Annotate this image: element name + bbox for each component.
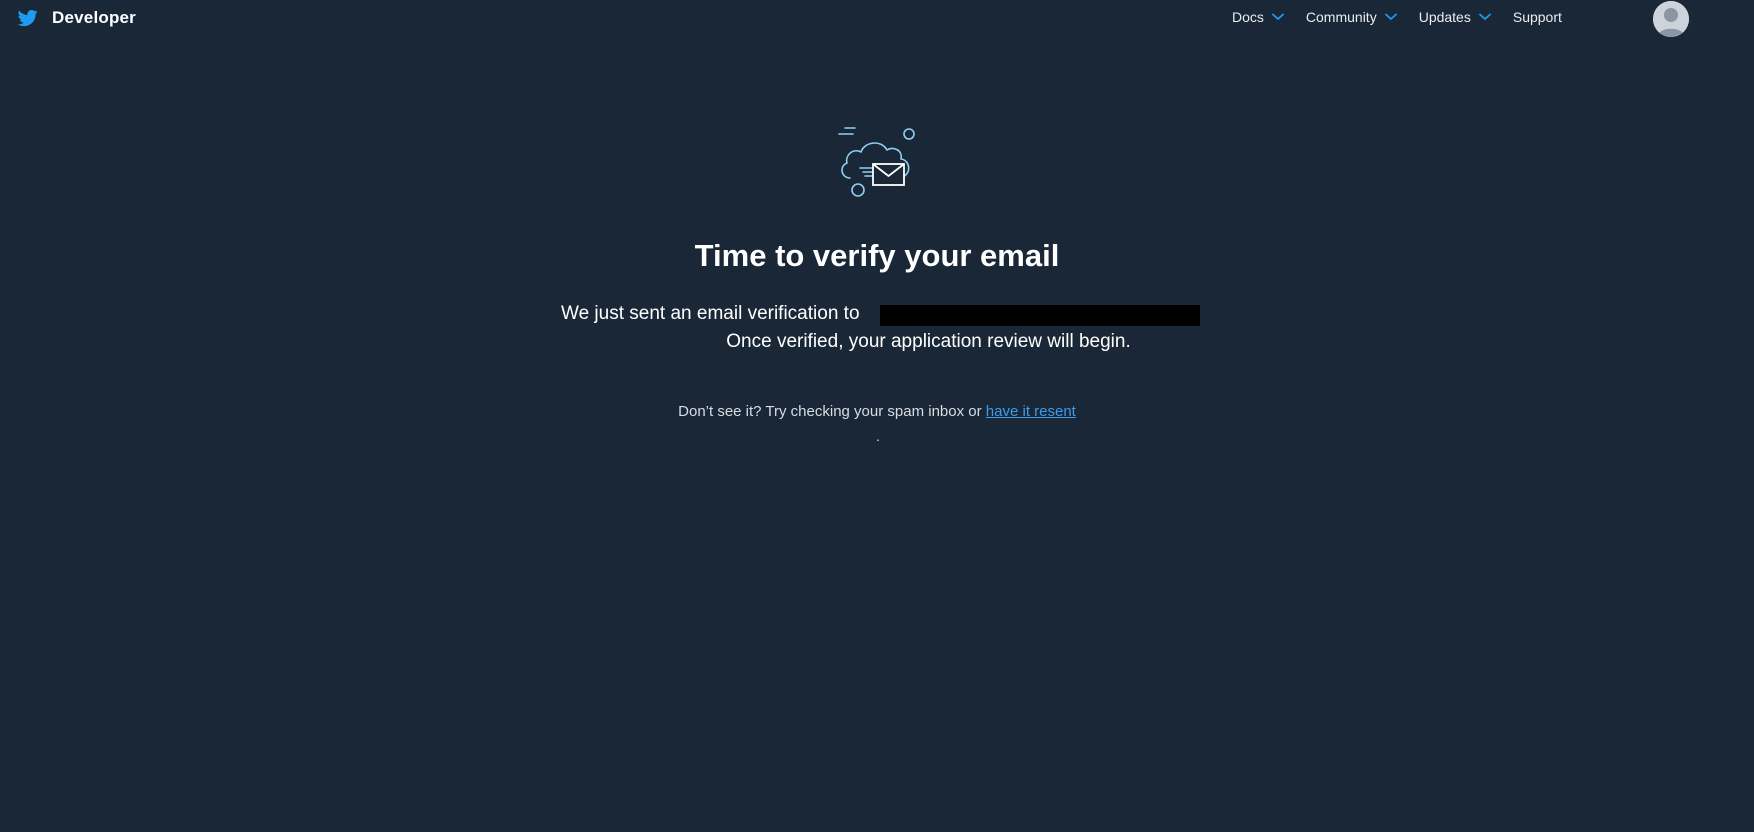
cloud-envelope-icon (838, 127, 915, 197)
chevron-down-icon (1384, 13, 1397, 20)
resend-hint: Don’t see it? Try checking your spam inb… (0, 403, 1754, 420)
default-avatar-icon (1653, 1, 1689, 37)
twitter-bird-icon (18, 10, 38, 27)
brand-label: Developer (52, 8, 137, 27)
nav-support-label: Support (1512, 9, 1562, 25)
nav-community[interactable]: Community (1306, 9, 1397, 25)
nav-docs-label: Docs (1232, 9, 1264, 25)
nav-docs[interactable]: Docs (1232, 9, 1284, 25)
spam-hint-text: Don’t see it? Try checking your spam inb… (678, 403, 982, 420)
page-title: Time to verify your email (694, 238, 1060, 273)
main-nav: Docs Community Updates Support (1232, 9, 1584, 25)
nav-updates-label: Updates (1418, 9, 1471, 25)
verified-message: Once verified, your application review w… (726, 331, 1131, 352)
brand-logo-link[interactable]: Developer (18, 8, 136, 28)
top-navigation-bar: Developer Docs Community Updates Support (0, 0, 1754, 38)
chevron-down-icon (1272, 13, 1284, 20)
user-avatar[interactable] (1653, 1, 1689, 37)
resend-link[interactable]: have it resent (986, 403, 1076, 420)
nav-updates[interactable]: Updates (1419, 9, 1491, 25)
redacted-email (880, 305, 1200, 326)
nav-support[interactable]: Support (1513, 9, 1562, 25)
trailing-period: . (876, 428, 880, 444)
nav-community-label: Community (1305, 9, 1377, 25)
sent-message: We just sent an email verification to (561, 303, 860, 324)
chevron-down-icon (1478, 13, 1491, 20)
